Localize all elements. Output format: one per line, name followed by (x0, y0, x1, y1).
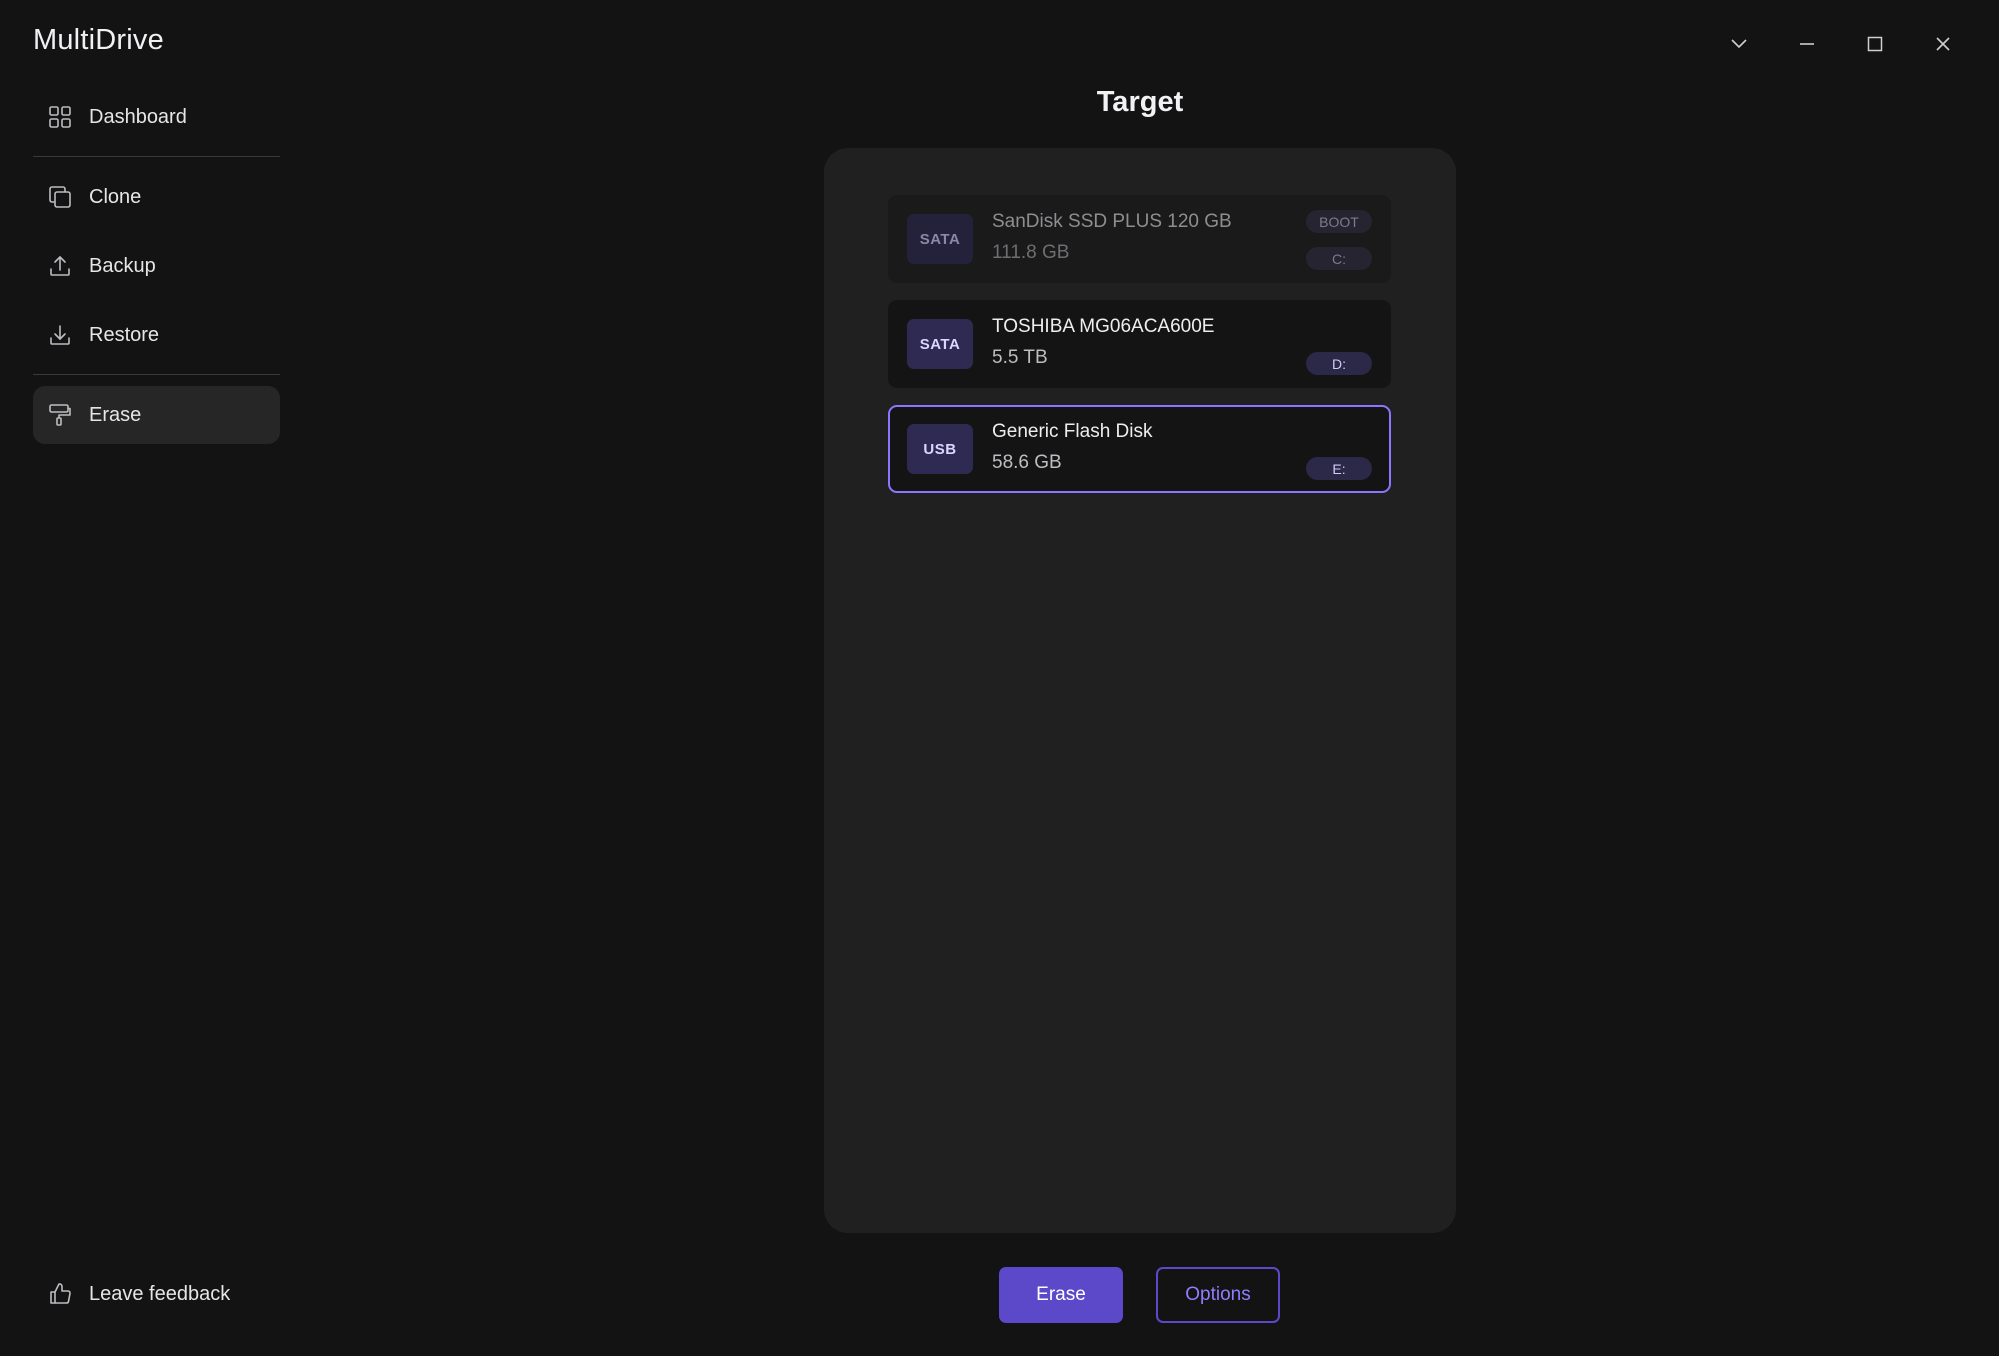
sidebar-item-label: Clone (89, 185, 142, 208)
sidebar-item-erase[interactable]: Erase (33, 386, 280, 444)
grid-icon (47, 104, 73, 130)
download-icon (47, 322, 73, 348)
paint-roller-icon (47, 402, 73, 428)
bus-type-badge: SATA (907, 214, 973, 264)
sidebar-item-label: Restore (89, 323, 160, 346)
disk-size: 58.6 GB (992, 452, 1062, 473)
disk-name: Generic Flash Disk (992, 421, 1153, 442)
close-icon[interactable] (1909, 22, 1977, 66)
disk-size: 111.8 GB (992, 242, 1070, 263)
maximize-icon[interactable] (1841, 22, 1909, 66)
leave-feedback-button[interactable]: Leave feedback (33, 1264, 280, 1324)
disk-name: TOSHIBA MG06ACA600E (992, 316, 1215, 337)
sidebar-item-restore[interactable]: Restore (33, 306, 280, 364)
minimize-icon[interactable] (1773, 22, 1841, 66)
divider (33, 156, 280, 157)
drive-letter-badge: E: (1306, 457, 1372, 480)
disk-item-selected[interactable]: USB Generic Flash Disk 58.6 GB E: (888, 405, 1391, 493)
sidebar: Dashboard Clone Backup Restore Erase (33, 88, 280, 444)
options-button[interactable]: Options (1156, 1267, 1280, 1323)
page-title: Target (1096, 86, 1184, 118)
chevron-down-icon[interactable] (1705, 22, 1773, 66)
app-title: MultiDrive (33, 24, 164, 56)
sidebar-item-clone[interactable]: Clone (33, 168, 280, 226)
divider (33, 374, 280, 375)
window-controls (1705, 22, 1977, 66)
feedback-label: Leave feedback (89, 1282, 231, 1305)
disk-item[interactable]: SATA TOSHIBA MG06ACA600E 5.5 TB D: (888, 300, 1391, 388)
sidebar-item-backup[interactable]: Backup (33, 237, 280, 295)
app-window: MultiDrive Dashboard Clone Backup Restor… (0, 0, 1999, 1356)
sidebar-item-label: Dashboard (89, 105, 187, 128)
drive-letter-badge: D: (1306, 352, 1372, 375)
disk-size: 5.5 TB (992, 347, 1048, 368)
disk-item: SATA SanDisk SSD PLUS 120 GB 111.8 GB BO… (888, 195, 1391, 283)
disk-name: SanDisk SSD PLUS 120 GB (992, 211, 1232, 232)
action-bar: Erase Options (999, 1267, 1280, 1323)
sidebar-item-label: Erase (89, 403, 142, 426)
bus-type-badge: USB (907, 424, 973, 474)
upload-icon (47, 253, 73, 279)
thumbs-up-icon (47, 1281, 73, 1307)
bus-type-badge: SATA (907, 319, 973, 369)
copy-icon (47, 184, 73, 210)
target-panel: SATA SanDisk SSD PLUS 120 GB 111.8 GB BO… (824, 148, 1456, 1233)
boot-badge: BOOT (1306, 210, 1372, 233)
disk-list: SATA SanDisk SSD PLUS 120 GB 111.8 GB BO… (888, 195, 1391, 510)
erase-button[interactable]: Erase (999, 1267, 1123, 1323)
sidebar-item-label: Backup (89, 254, 156, 277)
drive-letter-badge: C: (1306, 247, 1372, 270)
sidebar-item-dashboard[interactable]: Dashboard (33, 88, 280, 146)
